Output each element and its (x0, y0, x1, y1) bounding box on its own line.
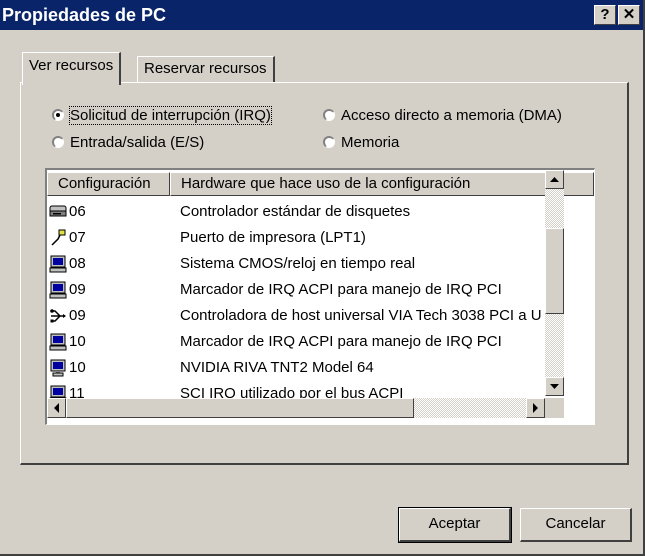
list-item[interactable]: 08 Sistema CMOS/reloj en tiempo real (47, 251, 587, 277)
column-header-setting[interactable]: Configuración (47, 172, 170, 196)
radio-dma[interactable]: Acceso directo a memoria (DMA) (323, 106, 562, 126)
list-item[interactable]: 10 Marcador de IRQ ACPI para manejo de I… (47, 329, 587, 355)
vertical-scroll-thumb[interactable] (545, 228, 564, 314)
row-setting: 09 (69, 281, 86, 298)
column-header-hardware[interactable]: Hardware que hace uso de la configuració… (170, 172, 594, 196)
list-item[interactable]: 07 Puerto de impresora (LPT1) (47, 225, 587, 251)
row-hardware: Controlador estándar de disquetes (180, 203, 411, 220)
floppy-drive-icon (49, 205, 67, 217)
tab-reserve-resources[interactable]: Reservar recursos (137, 56, 275, 83)
radio-dma-label: Acceso directo a memoria (DMA) (341, 107, 562, 124)
row-setting: 10 (69, 333, 86, 350)
column-header-hardware-label: Hardware que hace uso de la configuració… (181, 175, 471, 192)
row-hardware: Marcador de IRQ ACPI para manejo de IRQ … (180, 333, 502, 350)
radio-dma-indicator (323, 109, 335, 121)
cancel-button-label: Cancelar (545, 515, 606, 532)
radio-memory[interactable]: Memoria (323, 133, 399, 153)
list-item[interactable]: 09 Marcador de IRQ ACPI para manejo de I… (47, 277, 587, 303)
row-hardware: NVIDIA RIVA TNT2 Model 64 (180, 359, 374, 376)
ok-button-label: Aceptar (428, 515, 481, 532)
scroll-down-button[interactable] (545, 377, 564, 396)
row-hardware: Sistema CMOS/reloj en tiempo real (180, 255, 416, 272)
cancel-button[interactable]: Cancelar (520, 508, 632, 542)
row-hardware: Puerto de impresora (LPT1) (180, 229, 366, 246)
scroll-left-button[interactable] (47, 398, 66, 418)
arrow-up-icon (550, 177, 559, 182)
list-item[interactable]: 09 Controladora de host universal VIA Te… (47, 303, 587, 329)
tab-reserve-resources-label: Reservar recursos (144, 60, 267, 77)
close-button[interactable]: ✕ (618, 5, 640, 25)
column-header-setting-label: Configuración (58, 175, 151, 192)
radio-memory-indicator (323, 136, 335, 148)
scroll-up-button[interactable] (545, 170, 564, 189)
radio-irq[interactable]: Solicitud de interrupción (IRQ) (52, 106, 272, 126)
arrow-down-icon (550, 384, 559, 389)
scrollbar-corner (545, 398, 564, 418)
scroll-right-button[interactable] (526, 398, 545, 418)
printer-port-icon (51, 229, 66, 246)
ok-button[interactable]: Aceptar (398, 507, 512, 543)
row-setting: 09 (69, 307, 86, 324)
resource-list[interactable]: Configuración Hardware que hace uso de l… (45, 168, 595, 425)
row-setting: 06 (69, 203, 86, 220)
arrow-right-icon (533, 403, 538, 413)
computer-icon (49, 333, 67, 351)
radio-irq-label: Solicitud de interrupción (IRQ) (69, 106, 272, 125)
tab-view-resources[interactable]: Ver recursos (22, 52, 122, 85)
display-adapter-icon (50, 359, 66, 377)
computer-icon (49, 281, 67, 299)
radio-irq-indicator (52, 109, 64, 121)
list-item[interactable]: 06 Controlador estándar de disquetes (47, 199, 587, 225)
radio-io[interactable]: Entrada/salida (E/S) (52, 133, 204, 153)
row-hardware: Marcador de IRQ ACPI para manejo de IRQ … (180, 281, 502, 298)
row-setting: 07 (69, 229, 86, 246)
list-item[interactable]: 10 NVIDIA RIVA TNT2 Model 64 (47, 355, 587, 381)
row-hardware: Controladora de host universal VIA Tech … (180, 307, 542, 324)
row-setting: 10 (69, 359, 86, 376)
window-title: Propiedades de PC (2, 5, 167, 25)
horizontal-scrollbar[interactable] (47, 398, 545, 418)
row-setting: 08 (69, 255, 86, 272)
horizontal-scroll-thumb[interactable] (66, 398, 414, 418)
arrow-left-icon (54, 403, 59, 413)
title-bar[interactable]: Propiedades de PC ? ✕ (0, 0, 643, 30)
vertical-scrollbar[interactable] (545, 170, 564, 396)
usb-icon (50, 309, 66, 323)
computer-icon (49, 255, 67, 273)
tab-view-resources-label: Ver recursos (29, 57, 114, 74)
radio-io-label: Entrada/salida (E/S) (70, 134, 205, 151)
radio-io-indicator (52, 136, 64, 148)
help-button[interactable]: ? (594, 5, 616, 25)
radio-memory-label: Memoria (341, 134, 400, 151)
properties-dialog: Propiedades de PC ? ✕ Ver recursos Reser… (0, 0, 645, 556)
